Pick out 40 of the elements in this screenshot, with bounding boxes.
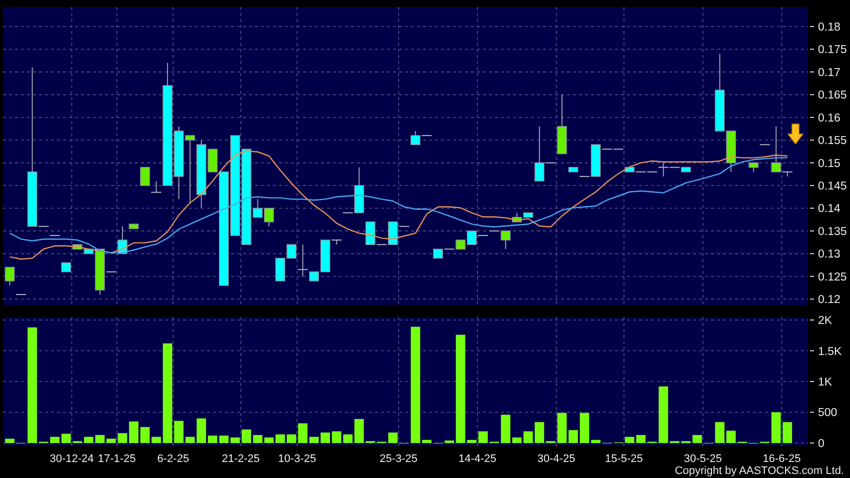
candlestick xyxy=(61,262,71,272)
date-label: 25-3-25 xyxy=(380,453,418,465)
axis-label: 0.155 xyxy=(818,135,847,148)
date-label: 21-2-25 xyxy=(222,453,260,465)
date-label: 17-1-25 xyxy=(98,453,136,465)
axis-label: 0.15 xyxy=(818,158,840,170)
axis-label: 0.165 xyxy=(818,90,847,102)
date-label: 30-4-25 xyxy=(537,453,576,465)
axis-label: 2K xyxy=(818,315,832,328)
axis-label: 0.17 xyxy=(818,66,840,79)
candlestick xyxy=(264,208,274,227)
axis-label: 0.125 xyxy=(818,271,847,284)
date-label: 14-4-25 xyxy=(458,453,496,465)
axis-label: 500 xyxy=(818,407,838,420)
candlestick xyxy=(748,162,758,172)
axis-label: 0.13 xyxy=(818,248,840,261)
date-label: 16-6-25 xyxy=(762,453,801,465)
down-arrow-icon xyxy=(787,124,804,145)
axis-label: 0.12 xyxy=(818,294,840,306)
candlestick xyxy=(49,235,60,236)
date-label: 15-5-25 xyxy=(605,453,643,465)
axis-label: 0.145 xyxy=(818,180,847,193)
copyright-text: Copyright by AASTOCKS.com Ltd. xyxy=(674,465,845,477)
axis-label: 1.5K xyxy=(818,346,842,358)
axis-label: 0.16 xyxy=(818,112,840,124)
axis-label: 1K xyxy=(818,376,832,388)
date-label: 30-5-25 xyxy=(684,453,722,465)
axis-label: 0.14 xyxy=(818,203,840,216)
axis-label: 0.135 xyxy=(818,226,847,238)
candlestick xyxy=(185,135,195,204)
axis-label: 0.18 xyxy=(818,22,840,34)
date-label: 10-3-25 xyxy=(278,453,316,465)
candlestick xyxy=(16,294,27,296)
candlestick xyxy=(4,266,15,286)
axis-label: 0.175 xyxy=(818,44,847,56)
date-label: 30-12-24 xyxy=(50,453,94,465)
axis-label: 0 xyxy=(818,438,824,450)
candlestick xyxy=(568,166,578,172)
date-label: 6-2-25 xyxy=(157,453,190,465)
candlestick xyxy=(557,94,567,154)
